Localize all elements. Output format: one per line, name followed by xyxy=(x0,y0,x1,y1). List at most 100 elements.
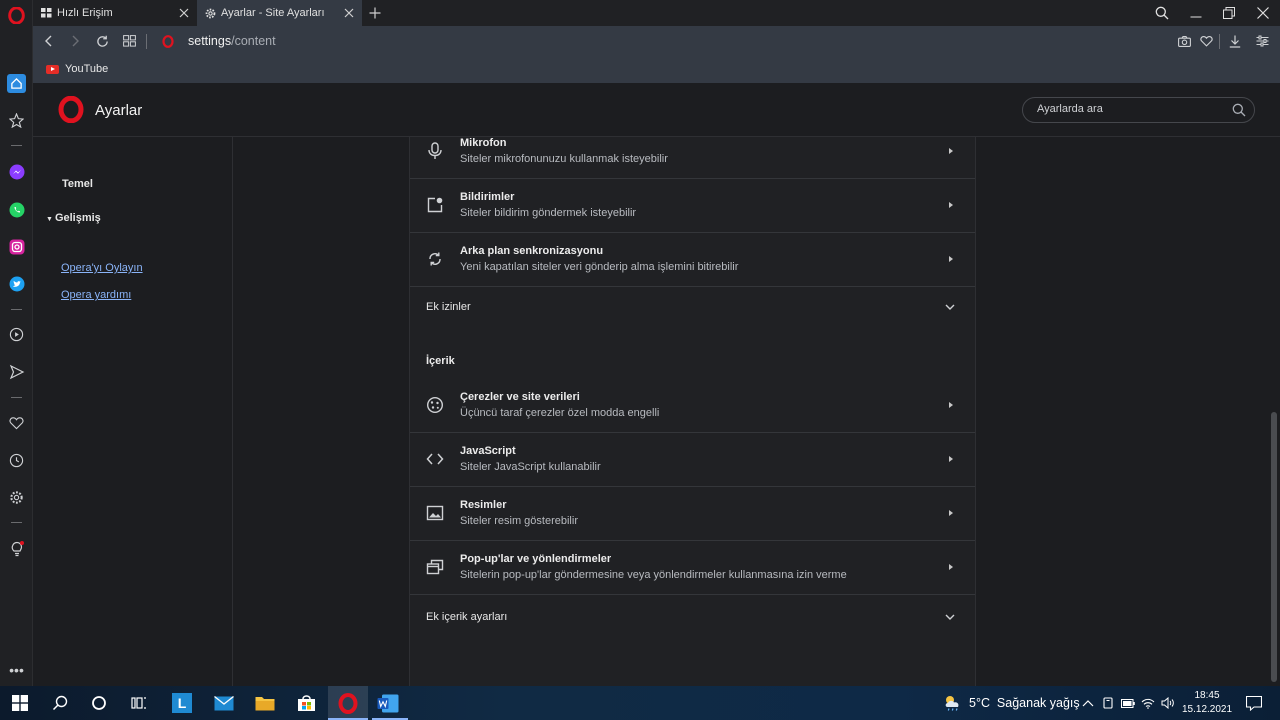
tab-label: Ayarlar - Site Ayarları xyxy=(221,7,325,19)
instagram-icon[interactable] xyxy=(7,237,26,256)
new-tab-button[interactable] xyxy=(366,4,384,22)
taskbar-app-l[interactable]: L xyxy=(170,692,194,714)
task-view-icon xyxy=(131,697,146,709)
tiles-icon xyxy=(122,35,136,47)
tab-quick-access[interactable]: Hızlı Erişim xyxy=(33,0,197,26)
reload-button[interactable] xyxy=(94,33,110,49)
minimize-button[interactable] xyxy=(1187,4,1205,22)
tray-device[interactable] xyxy=(1100,692,1116,714)
search-icon xyxy=(1155,6,1169,20)
battery-icon xyxy=(1121,698,1135,708)
close-window-button[interactable] xyxy=(1254,4,1272,22)
reload-icon xyxy=(96,35,108,47)
snapshot-button[interactable] xyxy=(1176,33,1192,49)
nav-link-opera-help[interactable]: Opera yardımı xyxy=(61,289,131,301)
downloads-button[interactable] xyxy=(1227,33,1243,49)
nav-basic[interactable]: Temel xyxy=(62,178,93,190)
taskbar-word[interactable] xyxy=(376,692,400,714)
extra-content-label: Ek içerik ayarları xyxy=(426,611,508,623)
tray-battery[interactable] xyxy=(1120,692,1136,714)
row-title: Bildirimler xyxy=(460,191,515,203)
restore-button[interactable] xyxy=(1220,4,1238,22)
row-subtitle: Sitelerin pop-up'lar göndermesine veya y… xyxy=(460,569,847,581)
cortana-icon xyxy=(92,696,106,710)
row-subtitle: Siteler mikrofonunuzu kullanmak isteyebi… xyxy=(460,153,668,165)
url-path: /content xyxy=(231,34,276,48)
chevron-right-icon xyxy=(949,202,953,208)
divider xyxy=(146,34,147,49)
store-icon xyxy=(297,695,315,711)
content-images[interactable]: Resimler Siteler resim gösterebilir xyxy=(410,487,975,541)
action-center-button[interactable] xyxy=(1242,692,1266,714)
download-icon xyxy=(1229,35,1241,48)
close-tab-icon[interactable] xyxy=(342,6,356,20)
row-title: Arka plan senkronizasyonu xyxy=(460,245,604,257)
tab-site-settings[interactable]: Ayarlar - Site Ayarları xyxy=(197,0,362,26)
whatsapp-icon[interactable] xyxy=(7,200,26,219)
tray-wifi[interactable] xyxy=(1140,692,1156,714)
scrollbar-thumb[interactable] xyxy=(1271,412,1277,682)
close-tab-icon[interactable] xyxy=(177,6,191,20)
history-icon[interactable] xyxy=(7,451,26,470)
weather-widget[interactable]: 5°C Sağanak yağış xyxy=(944,695,1080,711)
cortana-button[interactable] xyxy=(87,692,111,714)
tray-volume[interactable] xyxy=(1160,692,1176,714)
search-tabs-button[interactable] xyxy=(1153,4,1171,22)
opera-icon xyxy=(338,692,358,714)
send-icon[interactable] xyxy=(7,362,26,381)
permission-background-sync[interactable]: Arka plan senkronizasyonu Yeni kapatılan… xyxy=(410,233,975,287)
back-button[interactable] xyxy=(41,33,57,49)
search-icon xyxy=(52,695,68,711)
more-options-icon[interactable]: ••• xyxy=(7,660,26,679)
taskbar-search-button[interactable] xyxy=(48,692,72,714)
player-icon[interactable] xyxy=(7,325,26,344)
extra-permissions-toggle[interactable]: Ek izinler xyxy=(410,287,975,327)
taskbar-store[interactable] xyxy=(294,692,318,714)
permission-notifications[interactable]: Bildirimler Siteler bildirim göndermek i… xyxy=(410,179,975,233)
nav-link-rate-opera[interactable]: Opera'yı Oylayın xyxy=(61,262,143,274)
wifi-icon xyxy=(1141,698,1155,709)
lightbulb-icon[interactable] xyxy=(7,539,26,558)
show-hidden-icons[interactable] xyxy=(1080,692,1096,714)
pinboard-icon[interactable] xyxy=(7,111,26,130)
add-to-favorites-button[interactable] xyxy=(1198,33,1214,49)
tab-label: Hızlı Erişim xyxy=(57,7,113,19)
taskbar-clock[interactable]: 18:45 15.12.2021 xyxy=(1182,689,1232,717)
taskbar-file-explorer[interactable] xyxy=(253,692,277,714)
taskbar-mail[interactable] xyxy=(212,692,236,714)
heart-icon[interactable] xyxy=(7,413,26,432)
nav-advanced[interactable]: ▼ Gelişmiş xyxy=(46,212,101,224)
nav-advanced-label: Gelişmiş xyxy=(54,212,101,224)
app-l-icon: L xyxy=(172,693,192,713)
start-button[interactable] xyxy=(8,692,32,714)
settings-icon[interactable] xyxy=(7,488,26,507)
url-host: settings xyxy=(188,34,232,48)
opera-menu-icon[interactable] xyxy=(8,7,25,24)
easy-setup-button[interactable] xyxy=(1254,33,1270,49)
extra-content-settings-toggle[interactable]: Ek içerik ayarları xyxy=(410,597,975,637)
twitter-icon[interactable] xyxy=(7,274,26,293)
messenger-icon[interactable] xyxy=(7,162,26,181)
chevron-right-icon xyxy=(949,510,953,516)
content-cookies[interactable]: Çerezler ve site verileri Üçüncü taraf ç… xyxy=(410,379,975,433)
weather-text: 5°C Sağanak yağış xyxy=(969,696,1080,710)
taskbar-opera[interactable] xyxy=(336,692,360,714)
device-icon xyxy=(1103,697,1113,709)
word-icon xyxy=(377,694,399,712)
forward-button[interactable] xyxy=(67,33,83,49)
bookmark-youtube[interactable]: YouTube xyxy=(46,63,108,75)
tab-overview-button[interactable] xyxy=(121,33,137,49)
opera-page-icon xyxy=(160,33,176,49)
search-input[interactable] xyxy=(1037,103,1217,115)
content-javascript[interactable]: JavaScript Siteler JavaScript kullanabil… xyxy=(410,433,975,487)
url-field[interactable]: settings/content xyxy=(188,34,276,48)
content-popups[interactable]: Pop-up'lar ve yönlendirmeler Sitelerin p… xyxy=(410,541,975,595)
search-icon[interactable] xyxy=(1232,103,1246,117)
chevron-up-icon xyxy=(1082,700,1094,707)
scrollbar[interactable] xyxy=(1268,137,1280,686)
permission-microphone[interactable]: Mikrofon Siteler mikrofonunuzu kullanmak… xyxy=(410,125,975,179)
sync-icon xyxy=(429,252,441,266)
speed-dial-home-icon[interactable] xyxy=(7,74,26,93)
forward-icon xyxy=(72,35,79,47)
task-view-button[interactable] xyxy=(127,692,151,714)
